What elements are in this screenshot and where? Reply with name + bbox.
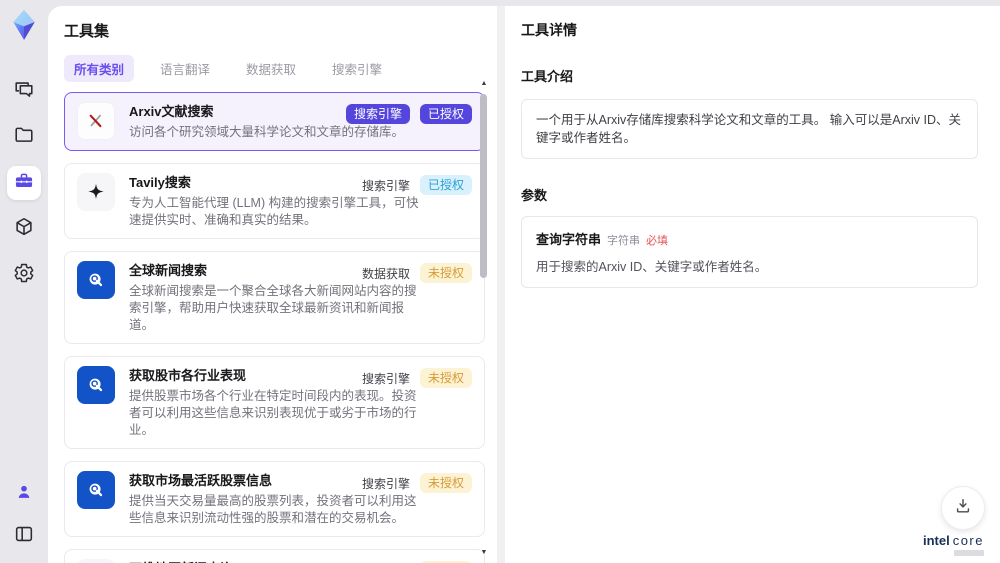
- sidebar-item-profile[interactable]: [7, 477, 41, 511]
- tool-badges: 搜索引擎 未授权: [362, 368, 472, 388]
- main-surface: 工具集 所有类别 语言翻译 数据获取 搜索引擎 Arxiv文献搜索 访问各个研究…: [48, 6, 1000, 563]
- core-wordmark: core: [952, 533, 984, 548]
- intel-core-logo: intel core: [923, 533, 984, 556]
- tab-language-translation[interactable]: 语言翻译: [150, 55, 220, 82]
- tool-desc: 访问各个研究领域大量科学论文和文章的存储库。: [129, 125, 405, 139]
- tool-desc: 专为人工智能代理 (LLM) 构建的搜索引擎工具，可快速提供实时、准确和真实的结…: [129, 196, 419, 227]
- category-tabs: 所有类别 语言翻译 数据获取 搜索引擎: [64, 54, 497, 82]
- list-scrollbar: ▲ ▼: [479, 80, 489, 557]
- folder-icon: [13, 124, 35, 151]
- tool-badges: 数据获取 未授权: [362, 263, 472, 283]
- tool-list-pane: 工具集 所有类别 语言翻译 数据获取 搜索引擎 Arxiv文献搜索 访问各个研究…: [48, 6, 497, 563]
- intro-heading: 工具介绍: [521, 69, 574, 84]
- briefcase-icon: [13, 170, 35, 197]
- sidebar-item-panel-toggle[interactable]: [7, 519, 41, 553]
- gear-icon: [13, 262, 35, 289]
- auth-badge: 未授权: [419, 263, 472, 283]
- details-title: 工具详情: [521, 22, 577, 38]
- tab-search-engine[interactable]: 搜索引擎: [322, 55, 392, 82]
- magnifier-icon: [77, 261, 115, 299]
- tool-card[interactable]: 获取股市各行业表现 提供股票市场各个行业在特定时间段内的表现。投资者可以利用这些…: [64, 356, 485, 449]
- intel-logo-sub-bar: [954, 550, 984, 556]
- auth-badge: 已授权: [419, 175, 472, 195]
- user-icon: [14, 482, 34, 507]
- pane-divider: [497, 6, 505, 563]
- tool-list: Arxiv文献搜索 访问各个研究领域大量科学论文和文章的存储库。 搜索引擎 已授…: [64, 92, 485, 563]
- param-required-badge: 必填: [646, 235, 669, 247]
- scroll-thumb[interactable]: [480, 94, 487, 278]
- panel-toggle-icon: [13, 523, 35, 550]
- param-header: 查询字符串 字符串 必填: [536, 229, 963, 248]
- category-badge: 搜索引擎: [361, 476, 410, 491]
- auth-badge: 未授权: [419, 473, 472, 493]
- tool-card[interactable]: 获取市场最活跃股票信息 提供当天交易量最高的股票列表，投资者可以利用这些信息来识…: [64, 461, 485, 537]
- intro-text: 一个用于从Arxiv存储库搜索科学论文和文章的工具。 输入可以是Arxiv ID…: [521, 99, 978, 159]
- magnifier-icon: [77, 366, 115, 404]
- sparkle-icon: [77, 173, 115, 211]
- auth-badge: 未授权: [419, 368, 472, 388]
- tool-card[interactable]: Tavily搜索 专为人工智能代理 (LLM) 构建的搜索引擎工具，可快速提供实…: [64, 163, 485, 239]
- arxiv-icon: [77, 102, 115, 140]
- tool-desc: 提供当天交易量最高的股票列表，投资者可以利用这些信息来识别流动性强的股票和潜在的…: [129, 494, 417, 525]
- download-button[interactable]: [941, 486, 985, 530]
- category-badge: 搜索引擎: [361, 178, 410, 193]
- intel-wordmark: intel: [922, 533, 950, 548]
- tool-desc: 全球新闻搜索是一个聚合全球各大新闻网站内容的搜索引擎，帮助用户快速获取全球最新资…: [129, 284, 417, 332]
- param-type: 字符串: [607, 235, 641, 247]
- sidebar: [0, 0, 48, 563]
- tool-card[interactable]: 全球新闻搜索 全球新闻搜索是一个聚合全球各大新闻网站内容的搜索引擎，帮助用户快速…: [64, 251, 485, 344]
- sidebar-item-chat[interactable]: [7, 74, 41, 108]
- tool-card[interactable]: Arxiv文献搜索 访问各个研究领域大量科学论文和文章的存储库。 搜索引擎 已授…: [64, 92, 485, 151]
- chat-icon: [13, 78, 35, 105]
- scroll-up-icon[interactable]: ▲: [479, 80, 489, 88]
- sidebar-item-files[interactable]: [7, 120, 41, 154]
- category-badge: 搜索引擎: [361, 371, 410, 386]
- package-icon: [13, 216, 35, 243]
- tool-badges: 搜索引擎 未授权: [362, 473, 472, 493]
- tool-desc: 提供股票市场各个行业在特定时间段内的表现。投资者可以利用这些信息来识别表现优于或…: [129, 389, 417, 437]
- tool-details-panel: 工具详情 工具介绍 一个用于从Arxiv存储库搜索科学论文和文章的工具。 输入可…: [505, 6, 1000, 563]
- category-badge: 数据获取: [361, 266, 410, 281]
- tool-badges: 搜索引擎 已授权: [345, 104, 472, 124]
- sidebar-item-tools[interactable]: [7, 166, 41, 200]
- param-card: 查询字符串 字符串 必填 用于搜索的Arxiv ID、关键字或作者姓名。: [521, 216, 978, 288]
- auth-badge: 已授权: [419, 104, 472, 124]
- page-title: 工具集: [64, 23, 110, 40]
- category-badge: 搜索引擎: [345, 104, 410, 124]
- scroll-down-icon[interactable]: ▼: [479, 549, 489, 557]
- magnifier-icon: [77, 471, 115, 509]
- tool-badges: 搜索引擎 已授权: [362, 175, 472, 195]
- params-heading: 参数: [521, 188, 548, 203]
- tab-all-categories[interactable]: 所有类别: [64, 54, 135, 82]
- download-icon: [953, 496, 973, 521]
- sidebar-item-packages[interactable]: [7, 212, 41, 246]
- sidebar-item-settings[interactable]: [7, 258, 41, 292]
- tab-data-fetch[interactable]: 数据获取: [236, 55, 306, 82]
- param-name: 查询字符串: [536, 232, 602, 247]
- tool-card[interactable]: 万维地区新闻查询 查询具体行政区划内的新闻，快速了解各地新闻动 搜索引擎 未授权: [64, 549, 485, 563]
- param-desc: 用于搜索的Arxiv ID、关键字或作者姓名。: [536, 260, 768, 274]
- newspaper-icon: [77, 559, 115, 563]
- app-logo: [7, 8, 41, 42]
